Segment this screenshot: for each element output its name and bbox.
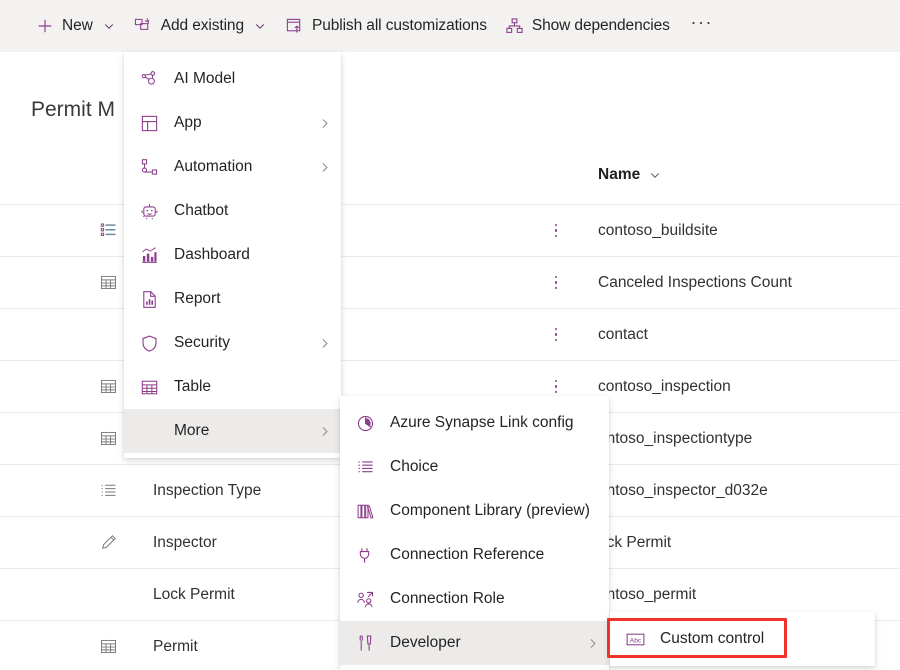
menu-item-label: Azure Synapse Link config [390,414,574,431]
menu-item-label: Developer [390,634,461,651]
menu-item-custom-control[interactable]: Abc Custom control [610,617,875,661]
pen-icon [99,534,117,552]
table-icon [138,376,160,398]
menu-item-component-library-preview[interactable]: Component Library (preview) [340,489,609,533]
row-more-options-icon[interactable] [551,222,561,240]
menu-item-automation[interactable]: Automation [124,145,341,189]
menu-item-label: Choice [390,458,439,475]
menu-item-developer[interactable]: Developer [340,621,609,665]
menu-item-app[interactable]: App [124,101,341,145]
menu-item-label: Connection Role [390,590,505,607]
row-name: Canceled Inspections Count [598,273,792,291]
dependencies-icon [505,17,524,36]
menu-item-ai-model[interactable]: AI Model [124,57,341,101]
menu-item-more[interactable]: More [124,409,341,453]
row-name: ontoso_inspectiontype [598,429,753,447]
overflow-menu-button[interactable]: ··· [685,9,719,43]
menu-item-connection-role[interactable]: Connection Role [340,577,609,621]
table-icon [99,430,117,448]
page-title: Permit M [31,98,115,121]
chevron-down-icon [649,169,661,181]
add-existing-icon [134,17,153,36]
row-display-name: Inspection Type [153,481,262,499]
menu-item-label: Custom control [660,630,765,647]
publish-label: Publish all customizations [311,17,487,34]
chevron-down-icon [103,20,116,33]
column-header-name[interactable]: Name [598,166,661,184]
menu-item-chatbot[interactable]: Chatbot [124,189,341,233]
publish-icon [285,17,304,36]
menu-item-table[interactable]: Table [124,365,341,409]
security-shield-icon [138,332,160,354]
new-dropdown-menu: AI Model App Automation Chatbot Dashboar… [124,52,341,458]
svg-text:Abc: Abc [629,637,641,644]
chevron-right-icon [317,336,331,350]
command-bar: New Add existing Publish all customizati… [0,0,900,52]
menu-item-label: App [174,114,202,131]
menu-item-label: Table [174,378,212,395]
menu-item-connection-reference[interactable]: Connection Reference [340,533,609,577]
row-more-options-icon[interactable] [551,274,561,292]
menu-item-label: Dashboard [174,246,250,263]
developer-icon [354,632,376,654]
row-more-options-icon[interactable] [551,326,561,344]
menu-item-security[interactable]: Security [124,321,341,365]
row-display-name: Lock Permit [153,585,235,603]
publish-all-customizations-button[interactable]: Publish all customizations [276,6,496,46]
automation-icon [138,156,160,178]
row-display-name: Permit [153,637,198,655]
component-library-icon [354,500,376,522]
custom-control-icon: Abc [624,628,646,650]
menu-item-label: More [174,422,210,439]
row-name: ontoso_permit [598,585,697,603]
chevron-down-icon [254,20,267,33]
more-submenu: Azure Synapse Link config Choice Compone… [340,396,609,670]
table-icon [99,378,117,396]
report-icon [138,288,160,310]
menu-item-report[interactable]: Report [124,277,341,321]
app-root: Permit M Name contoso_buildsite Canceled… [0,0,900,670]
new-button[interactable]: New [26,6,125,46]
dashboard-icon [138,244,160,266]
synapse-icon [354,412,376,434]
row-name: ontoso_inspector_d032e [598,481,768,499]
menu-item-label: Automation [174,158,253,175]
chevron-right-icon [317,116,331,130]
row-more-options-icon[interactable] [551,378,561,396]
plus-icon [35,17,54,36]
add-existing-label: Add existing [160,17,244,34]
menu-item-choice[interactable]: Choice [340,445,609,489]
menu-item-label: Connection Reference [390,546,545,563]
row-name: contact [598,325,648,343]
app-icon [138,112,160,134]
menu-item-dashboard[interactable]: Dashboard [124,233,341,277]
choice-list-icon [99,222,117,240]
show-dependencies-button[interactable]: Show dependencies [496,6,679,46]
menu-item-label: Component Library (preview) [390,502,590,519]
menu-item-azure-synapse-link-config[interactable]: Azure Synapse Link config [340,401,609,445]
chevron-right-icon [317,424,331,438]
menu-item-label: Chatbot [174,202,229,219]
show-dependencies-label: Show dependencies [531,17,670,34]
table-icon [99,638,117,656]
ai-model-icon [138,68,160,90]
chatbot-icon [138,200,160,222]
menu-item-label: Security [174,334,230,351]
row-name: contoso_buildsite [598,221,718,239]
new-button-label: New [62,17,93,34]
connection-reference-icon [354,544,376,566]
chevron-right-icon [585,636,599,650]
table-icon [99,274,117,292]
menu-item-label: Report [174,290,221,307]
chevron-right-icon [317,160,331,174]
list-icon [99,482,117,500]
column-header-label: Name [598,166,641,183]
developer-submenu: Abc Custom control [610,612,875,666]
add-existing-button[interactable]: Add existing [125,6,276,46]
row-name: contoso_inspection [598,377,731,395]
choice-icon [354,456,376,478]
connection-role-icon [354,588,376,610]
menu-item-label: AI Model [174,70,236,87]
row-display-name: Inspector [153,533,217,551]
